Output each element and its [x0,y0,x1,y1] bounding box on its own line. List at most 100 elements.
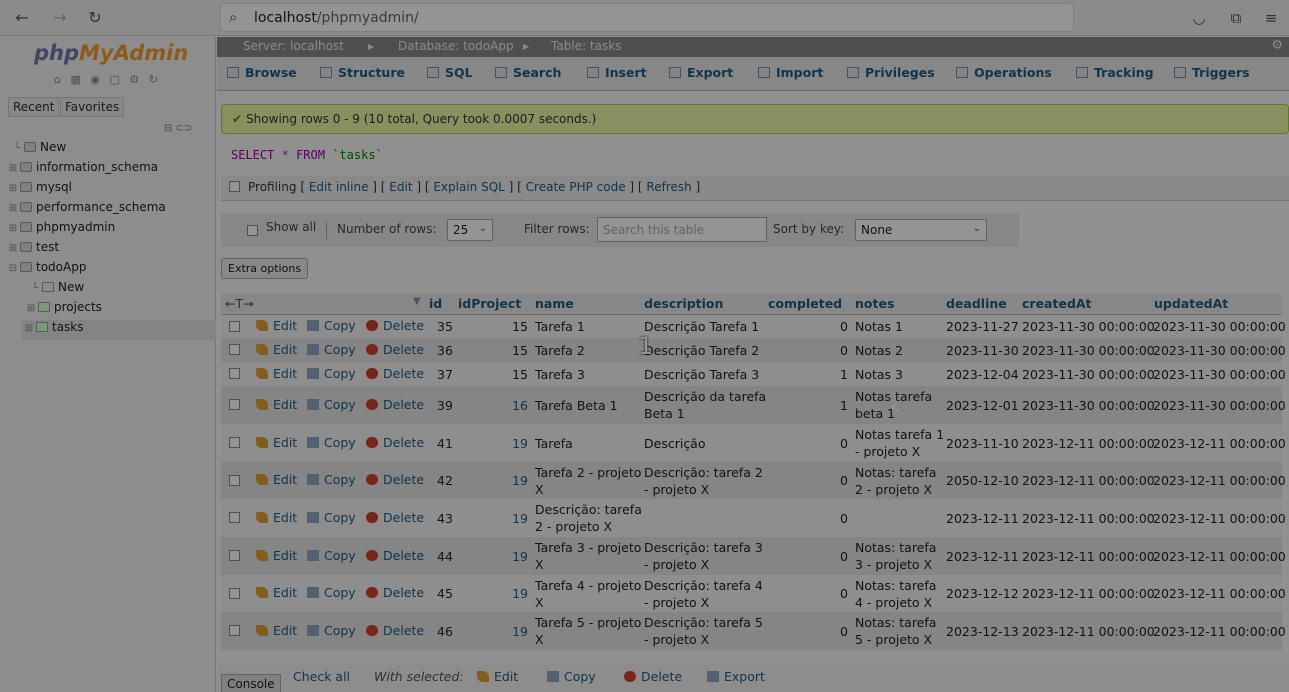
breadcrumb-server[interactable]: Server: localhost [243,39,344,53]
row-copy-button[interactable]: Copy [307,472,356,487]
row-copy-button[interactable]: Copy [307,318,356,333]
row-checkbox[interactable] [229,550,240,561]
row-edit-button[interactable]: Edit [256,585,297,600]
row-edit-button[interactable]: Edit [256,342,297,357]
row-delete-button[interactable]: Delete [366,366,424,381]
row-edit-button[interactable]: Edit [256,435,297,450]
tab-search[interactable]: Search [495,65,561,80]
tree-item-projects[interactable]: ⊞ projects [24,300,102,320]
row-copy-button[interactable]: Copy [307,548,356,563]
gear-icon[interactable]: ⚙ [1271,38,1283,53]
row-checkbox[interactable] [229,474,240,486]
tree-item-information-schema[interactable]: ⊞ information_schema [6,160,158,180]
tab-operations[interactable]: Operations [956,65,1052,80]
tree-item-new-table[interactable]: └ New [28,280,84,300]
row-checkbox[interactable] [229,512,240,523]
row-copy-button[interactable]: Copy [307,585,356,600]
col-completed[interactable]: completed [768,296,842,311]
col-createdat[interactable]: createdAt [1022,296,1092,311]
edit-query-link[interactable]: Edit [389,180,412,194]
row-delete-button[interactable]: Delete [366,585,424,600]
sort-by-key-select[interactable]: None ⌄ [855,219,987,241]
col-updatedat[interactable]: updatedAt [1154,296,1228,311]
tree-item-new[interactable]: └ New [10,140,66,160]
row-delete-button[interactable]: Delete [366,510,424,525]
row-checkbox[interactable] [229,368,240,379]
row-edit-button[interactable]: Edit [256,548,297,563]
row-edit-button[interactable]: Edit [256,366,297,381]
row-checkbox[interactable] [229,437,240,448]
bulk-delete-button[interactable]: Delete [624,669,682,684]
tree-item-mysql[interactable]: ⊞ mysql [6,180,72,200]
address-bar[interactable]: ⌕ localhost/phpmyadmin/ [220,3,1074,32]
pocket-icon[interactable]: ◡ [1188,7,1210,29]
row-edit-button[interactable]: Edit [256,472,297,487]
tab-privileges[interactable]: Privileges [847,65,935,80]
row-copy-button[interactable]: Copy [307,435,356,450]
col-notes[interactable]: notes [855,296,894,311]
breadcrumb-database[interactable]: Database: todoApp [398,39,514,53]
col-deadline[interactable]: deadline [946,296,1007,311]
col-idproject[interactable]: idProject [458,296,521,311]
edit-inline-link[interactable]: Edit inline [309,180,369,194]
row-edit-button[interactable]: Edit [256,623,297,638]
row-delete-button[interactable]: Delete [366,342,424,357]
row-delete-button[interactable]: Delete [366,435,424,450]
row-delete-button[interactable]: Delete [366,472,424,487]
tree-item-phpmyadmin[interactable]: ⊞ phpmyadmin [6,220,115,240]
bulk-edit-button[interactable]: Edit [477,669,518,684]
tab-sql[interactable]: SQL [427,65,473,80]
bulk-copy-button[interactable]: Copy [547,669,596,684]
bulk-export-button[interactable]: Export [707,669,765,684]
tree-item-todoapp[interactable]: ⊟ todoApp [6,260,87,280]
row-edit-button[interactable]: Edit [256,510,297,525]
column-arrows-icon[interactable]: ←T→ [225,296,254,311]
tab-recent[interactable]: Recent [8,97,60,117]
col-name[interactable]: name [535,296,574,311]
check-all-link[interactable]: Check all [293,669,350,684]
tab-triggers[interactable]: Triggers [1174,65,1250,80]
extra-options-button[interactable]: Extra options [221,258,309,279]
row-copy-button[interactable]: Copy [307,623,356,638]
tab-import[interactable]: Import [758,65,823,80]
row-delete-button[interactable]: Delete [366,623,424,638]
collapse-all-icon[interactable]: ⊟ ⊂⊃ [164,123,192,134]
row-checkbox[interactable] [229,399,240,410]
col-id[interactable]: id [429,296,442,311]
tree-item-performance-schema[interactable]: ⊞ performance_schema [6,200,166,220]
filter-rows-input[interactable]: Search this table [597,217,767,242]
forward-icon[interactable]: → [49,7,71,29]
row-copy-button[interactable]: Copy [307,366,356,381]
row-checkbox[interactable] [229,587,240,599]
console-toggle[interactable]: Console [221,674,281,692]
tree-item-tasks[interactable]: ⊞ tasks [22,320,216,340]
row-checkbox[interactable] [229,344,240,355]
tab-structure[interactable]: Structure [320,65,405,80]
sort-icon[interactable]: ▼ [413,296,421,307]
row-delete-button[interactable]: Delete [366,548,424,563]
col-description[interactable]: description [644,296,723,311]
row-delete-button[interactable]: Delete [366,318,424,333]
create-php-code-link[interactable]: Create PHP code [526,180,626,194]
tab-favorites[interactable]: Favorites [60,97,125,117]
row-checkbox[interactable] [229,625,240,636]
refresh-link[interactable]: Refresh [646,180,691,194]
nav-quick-icons[interactable]: ⌂ ▦ ◉ ▢ ⚙ ↻ [54,73,161,86]
phpmyadmin-logo[interactable]: phpMyAdmin [34,41,188,65]
tab-export[interactable]: Export [669,65,733,80]
show-all-checkbox[interactable] [247,225,258,236]
row-edit-button[interactable]: Edit [256,397,297,412]
back-icon[interactable]: ← [11,7,33,29]
tab-browse[interactable]: Browse [227,65,297,80]
tree-item-test[interactable]: ⊞ test [6,240,59,260]
menu-icon[interactable]: ≡ [1260,7,1282,29]
row-copy-button[interactable]: Copy [307,397,356,412]
explain-sql-link[interactable]: Explain SQL [433,180,505,194]
row-checkbox[interactable] [229,320,240,332]
tab-tracking[interactable]: Tracking [1076,65,1154,80]
number-of-rows-select[interactable]: 25 ⌄ [447,219,493,241]
extensions-icon[interactable]: ⧉ [1225,7,1247,29]
row-copy-button[interactable]: Copy [307,510,356,525]
reload-icon[interactable]: ↻ [84,7,106,29]
row-edit-button[interactable]: Edit [256,318,297,333]
